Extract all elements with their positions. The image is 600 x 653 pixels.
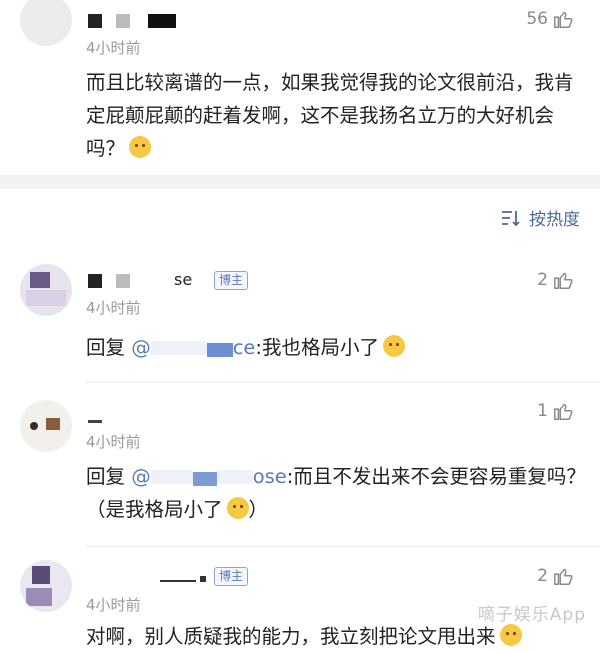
comment-time: 4小时前 [86,433,141,451]
comment-text: 而且比较离谱的一点，如果我觉得我的论文很前沿，我肯定屁颠屁颠的赶着发啊，这不是我… [86,71,574,160]
mention-link[interactable]: @ ce [131,336,255,359]
thumbs-up-icon [554,272,573,289]
like-button[interactable]: 1 [537,400,574,422]
comment-time: 4小时前 [86,596,141,614]
avatar[interactable] [20,560,72,612]
like-count: 2 [537,566,548,586]
like-button[interactable]: 56 [526,8,574,30]
blurred-username [88,14,192,28]
laughing-crying-emoji-icon [129,136,152,158]
thumbs-up-icon [554,11,573,28]
section-divider [0,175,600,189]
like-count: 56 [526,9,548,29]
like-button[interactable]: 2 [537,269,574,291]
avatar[interactable] [20,400,72,452]
sort-icon [502,210,520,226]
comment-separator [86,546,600,547]
blurred-username: se [88,270,192,290]
sort-by-popularity-button[interactable]: 按热度 [501,205,580,230]
mention-link[interactable]: @ ose [131,465,287,488]
crying-emoji-icon [383,335,405,357]
comment-separator [86,382,600,383]
comment-time: 4小时前 [86,299,141,317]
like-count: 1 [537,401,548,421]
author-badge: 博主 [214,567,249,586]
blurred-username [160,574,208,584]
author-badge: 博主 [214,271,249,290]
like-button[interactable]: 2 [537,565,574,587]
reply-text: 回复 @ ose:而且不发出来不会更容易重复吗？（是我格局小了） [86,465,586,521]
avatar[interactable] [20,0,72,46]
grinning-emoji-icon [499,624,522,646]
like-count: 2 [537,270,548,290]
thumbs-up-icon [554,403,573,420]
avatar[interactable] [20,264,72,316]
sort-label: 按热度 [529,210,580,230]
watermark: 嘀子娱乐App [477,605,586,625]
username-partial: se [174,270,193,289]
thumbs-up-icon [554,568,573,585]
facepalm-emoji-icon [226,497,249,519]
comment-time: 4小时前 [86,39,141,57]
blurred-username [88,420,102,423]
reply-text: 回复 @ ce:我也格局小了 [86,331,586,364]
